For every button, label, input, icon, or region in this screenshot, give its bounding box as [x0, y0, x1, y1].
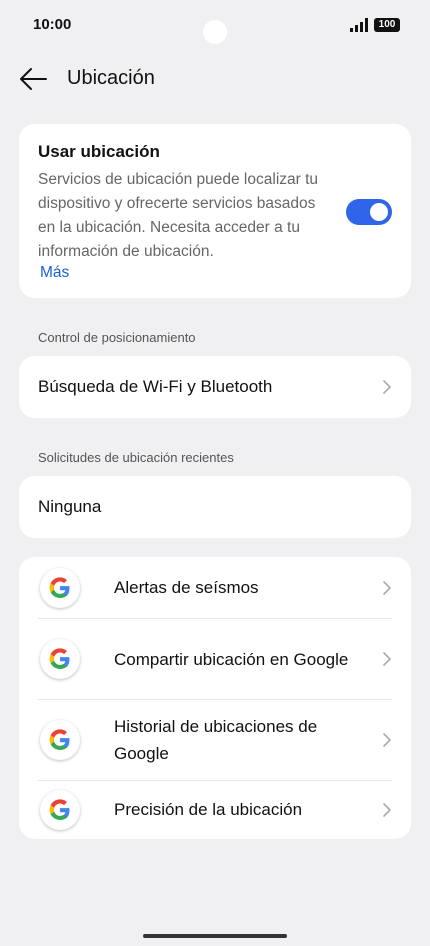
back-arrow-icon[interactable]	[18, 66, 48, 92]
google-icon	[40, 789, 80, 830]
list-item-location-accuracy[interactable]: Precisión de la ubicación	[38, 780, 392, 838]
recent-requests-item: Ninguna	[19, 476, 411, 538]
battery-level: 100	[378, 19, 396, 30]
recent-requests-section-label: Solicitudes de ubicación recientes	[38, 450, 234, 465]
use-location-description: Servicios de ubicación puede localizar t…	[38, 171, 319, 260]
use-location-title: Usar ubicación	[38, 142, 160, 161]
toggle-knob	[370, 203, 388, 221]
recent-requests-card: Ninguna	[19, 476, 411, 538]
google-icon	[40, 720, 80, 760]
google-icon	[40, 639, 80, 679]
google-icon	[40, 567, 80, 608]
list-item-location-history[interactable]: Historial de ubicaciones de Google	[38, 699, 392, 780]
wifi-bluetooth-scan-card[interactable]: Búsqueda de Wi-Fi y Bluetooth	[19, 356, 411, 418]
list-item-label: Compartir ubicación en Google	[114, 649, 349, 669]
chevron-right-icon	[383, 380, 391, 394]
header: Ubicación	[0, 60, 430, 100]
wifi-bluetooth-scan-item[interactable]: Búsqueda de Wi-Fi y Bluetooth	[19, 356, 411, 418]
list-item-share-location[interactable]: Compartir ubicación en Google	[38, 618, 392, 699]
google-apps-list: Alertas de seísmos Compartir ubicación e…	[19, 557, 411, 839]
recent-requests-label: Ninguna	[38, 497, 102, 516]
use-location-toggle[interactable]	[346, 199, 392, 225]
list-item-label: Alertas de seísmos	[114, 578, 259, 597]
status-bar: 10:00 100	[0, 0, 430, 50]
signal-icon	[350, 18, 368, 32]
chevron-right-icon	[383, 652, 391, 666]
status-time: 10:00	[33, 16, 72, 33]
list-item-label: Historial de ubicaciones de Google	[114, 717, 318, 763]
wifi-bluetooth-scan-label: Búsqueda de Wi-Fi y Bluetooth	[38, 377, 273, 396]
list-item-label: Precisión de la ubicación	[114, 800, 303, 819]
chevron-right-icon	[383, 802, 391, 817]
home-indicator[interactable]	[143, 934, 287, 938]
more-link[interactable]: Más	[40, 264, 392, 282]
list-item-earthquake-alerts[interactable]: Alertas de seísmos	[38, 557, 392, 618]
page-title: Ubicación	[67, 67, 155, 89]
chevron-right-icon	[383, 580, 391, 595]
battery-icon: 100	[374, 18, 400, 32]
camera-cutout	[203, 20, 227, 44]
positioning-section-label: Control de posicionamiento	[38, 330, 196, 345]
chevron-right-icon	[383, 733, 391, 747]
use-location-card: Usar ubicación Servicios de ubicación pu…	[19, 124, 411, 298]
